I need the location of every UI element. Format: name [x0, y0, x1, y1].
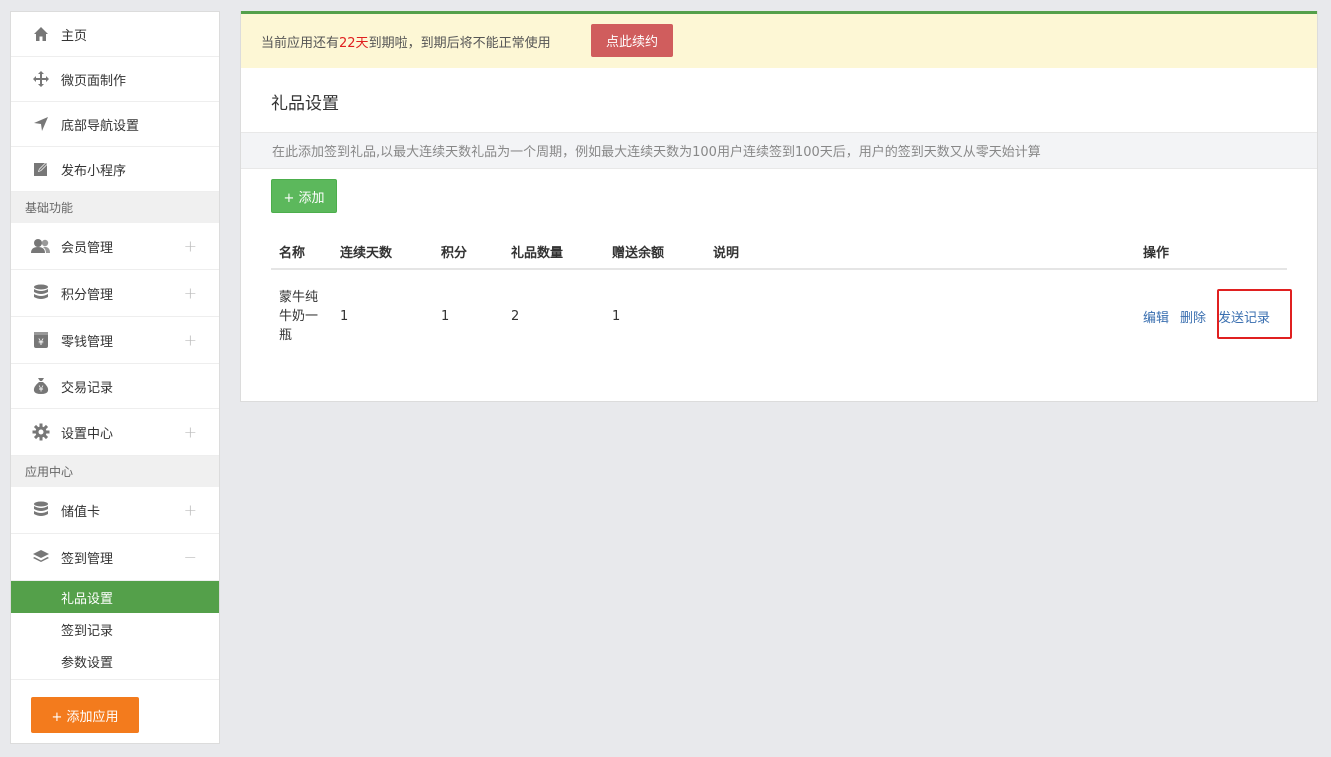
users-icon	[31, 236, 51, 256]
sidebar-item-label: 会员管理	[61, 240, 114, 256]
column-header-points: 积分	[441, 246, 468, 261]
cell-days: 1	[340, 309, 349, 324]
add-gift-button[interactable]: + 添加	[271, 179, 337, 213]
sidebar-item-settings[interactable]: 设置中心 +	[11, 409, 219, 456]
section-title-apps: 应用中心	[11, 456, 219, 487]
svg-text:¥: ¥	[38, 385, 43, 394]
sidebar-item-label: 发布小程序	[61, 163, 127, 179]
sidebar-item-label: 微页面制作	[61, 73, 127, 89]
move-icon	[31, 69, 51, 89]
expand-icon[interactable]: +	[184, 423, 197, 442]
table-header: 名称 连续天数 积分 礼品数量 赠送余额 说明 操作	[271, 233, 1287, 270]
collapse-icon[interactable]: −	[184, 548, 197, 567]
layers-icon	[31, 547, 51, 567]
sidebar-item-home[interactable]: 主页	[11, 12, 219, 57]
sidebar-item-label: 主页	[61, 28, 88, 44]
section-title-basic: 基础功能	[11, 192, 219, 223]
home-icon	[31, 24, 51, 44]
add-app-button[interactable]: + 添加应用	[31, 697, 139, 733]
renew-button[interactable]: 点此续约	[591, 24, 673, 57]
notice-text: 当前应用还有22天到期啦，到期后将不能正常使用	[261, 32, 551, 51]
notice-suffix: 到期啦，到期后将不能正常使用	[368, 35, 551, 51]
navigation-arrow-icon	[31, 114, 51, 134]
sidebar-item-transactions[interactable]: ¥ 交易记录	[11, 364, 219, 409]
expand-icon[interactable]: +	[184, 237, 197, 256]
sidebar-item-points[interactable]: 积分管理 +	[11, 270, 219, 317]
svg-text:¥: ¥	[38, 338, 44, 348]
wallet-icon: ¥	[31, 330, 51, 350]
expand-icon[interactable]: +	[184, 284, 197, 303]
submenu-item-param-settings[interactable]: 参数设置	[11, 645, 219, 677]
sidebar-item-label: 签到管理	[61, 551, 114, 567]
column-header-actions: 操作	[1143, 246, 1170, 261]
table-row: 蒙牛纯牛奶一瓶 1 1 2 1 编辑 删除 发送记录	[271, 270, 1292, 363]
column-header-note: 说明	[713, 246, 740, 261]
submenu-item-gift-settings[interactable]: 礼品设置	[11, 581, 219, 613]
sidebar: 主页 微页面制作 底部导航设置 发布小程序 基础功能 会员管理 + 积分管理 +	[10, 11, 220, 744]
column-header-quantity: 礼品数量	[511, 246, 564, 261]
cell-name: 蒙牛纯牛奶一瓶	[279, 290, 319, 343]
expand-icon[interactable]: +	[184, 331, 197, 350]
edit-link[interactable]: 编辑	[1143, 307, 1169, 326]
sidebar-item-micro-page[interactable]: 微页面制作	[11, 57, 219, 102]
expand-icon[interactable]: +	[184, 501, 197, 520]
cell-balance: 1	[612, 309, 621, 324]
column-header-name: 名称	[279, 246, 306, 261]
checkin-submenu: 礼品设置 签到记录 参数设置	[11, 581, 219, 680]
sidebar-item-label: 交易记录	[61, 380, 114, 396]
sidebar-item-stored-value-card[interactable]: 储值卡 +	[11, 487, 219, 534]
main-panel: 当前应用还有22天到期啦，到期后将不能正常使用 点此续约 礼品设置 在此添加签到…	[240, 11, 1318, 402]
edit-icon	[31, 159, 51, 179]
expiry-notice: 当前应用还有22天到期啦，到期后将不能正常使用 点此续约	[241, 14, 1317, 68]
column-header-balance: 赠送余额	[612, 246, 665, 261]
highlight-box	[1217, 289, 1292, 339]
delete-link[interactable]: 删除	[1180, 307, 1206, 326]
page-title: 礼品设置	[271, 94, 339, 114]
sidebar-item-bottom-nav[interactable]: 底部导航设置	[11, 102, 219, 147]
sidebar-item-label: 底部导航设置	[61, 118, 140, 134]
submenu-item-checkin-records[interactable]: 签到记录	[11, 613, 219, 645]
sidebar-item-change[interactable]: ¥ 零钱管理 +	[11, 317, 219, 364]
notice-days: 22天	[339, 35, 369, 51]
sidebar-item-label: 储值卡	[61, 504, 101, 520]
sidebar-item-publish[interactable]: 发布小程序	[11, 147, 219, 192]
database-icon	[31, 500, 51, 520]
money-bag-icon: ¥	[31, 376, 51, 396]
column-header-days: 连续天数	[340, 246, 393, 261]
gift-table: 名称 连续天数 积分 礼品数量 赠送余额 说明 操作 蒙牛纯牛奶一瓶 1 1 2…	[271, 233, 1292, 363]
sidebar-item-label: 积分管理	[61, 287, 114, 303]
sidebar-item-label: 设置中心	[61, 426, 114, 442]
cell-points: 1	[441, 309, 450, 324]
sidebar-item-label: 零钱管理	[61, 334, 114, 350]
sidebar-item-members[interactable]: 会员管理 +	[11, 223, 219, 270]
notice-prefix: 当前应用还有	[261, 35, 340, 51]
cell-quantity: 2	[511, 309, 520, 324]
database-icon	[31, 283, 51, 303]
gear-icon	[31, 422, 51, 442]
info-bar: 在此添加签到礼品,以最大连续天数礼品为一个周期，例如最大连续天数为100用户连续…	[241, 132, 1317, 169]
sidebar-item-checkin[interactable]: 签到管理 −	[11, 534, 219, 581]
